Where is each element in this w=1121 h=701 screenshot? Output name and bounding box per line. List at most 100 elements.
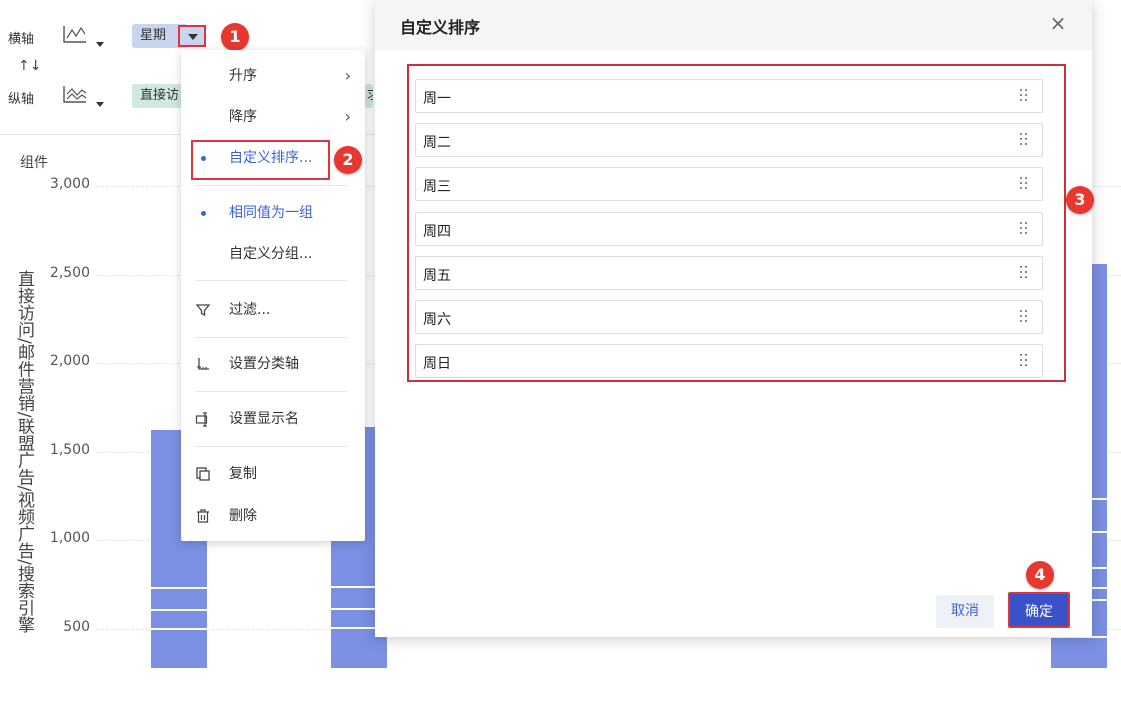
grip-dot bbox=[1025, 270, 1027, 273]
drag-handle-icon[interactable] bbox=[1020, 133, 1030, 147]
menu-item-delete[interactable]: 删除 bbox=[181, 500, 365, 532]
sort-item-label: 周日 bbox=[423, 356, 451, 373]
sort-list-item[interactable]: 周一 bbox=[415, 79, 1043, 113]
grip-dot bbox=[1020, 99, 1022, 101]
step-badge-3: 3 bbox=[1066, 186, 1094, 214]
bar-segment-divider bbox=[151, 608, 207, 611]
sort-list-item[interactable]: 周日 bbox=[415, 344, 1043, 379]
grip-dot bbox=[1025, 315, 1027, 317]
grip-dot bbox=[1025, 231, 1027, 234]
field-context-menu: 升序 › 降序 › 自定义排序... 相同值为一组 自定义分组... 过滤...… bbox=[181, 50, 365, 541]
grip-dot bbox=[1025, 99, 1027, 101]
sort-item-label: 周五 bbox=[423, 267, 451, 284]
step-badge-2: 2 bbox=[334, 146, 362, 174]
grip-dot bbox=[1020, 354, 1022, 357]
drag-handle-icon[interactable] bbox=[1020, 265, 1030, 280]
grip-dot bbox=[1020, 182, 1022, 185]
menu-divider bbox=[195, 280, 347, 281]
drag-handle-icon[interactable] bbox=[1020, 89, 1030, 103]
y-tick-label: 3,000 bbox=[49, 176, 90, 192]
menu-item-label: 过滤... bbox=[229, 302, 271, 318]
grip-dot bbox=[1020, 177, 1022, 180]
grip-dot bbox=[1020, 320, 1022, 322]
grip-dot bbox=[1020, 231, 1022, 234]
grip-dot bbox=[1020, 310, 1022, 312]
menu-item-label: 复制 bbox=[229, 466, 257, 482]
grip-dot bbox=[1025, 221, 1027, 224]
custom-sort-highlight bbox=[191, 140, 330, 180]
drag-handle-icon[interactable] bbox=[1020, 310, 1030, 324]
grip-dot bbox=[1020, 359, 1022, 362]
grip-dot bbox=[1020, 133, 1022, 136]
grip-dot bbox=[1025, 182, 1027, 185]
sort-list-item[interactable]: 周六 bbox=[415, 300, 1043, 334]
y-tick-label: 1,000 bbox=[49, 530, 90, 546]
grip-dot bbox=[1020, 226, 1022, 229]
sort-list-item[interactable]: 周四 bbox=[415, 211, 1043, 246]
menu-item-descending[interactable]: 降序 › bbox=[181, 101, 365, 133]
menu-item-custom-group[interactable]: 自定义分组... bbox=[181, 238, 365, 270]
drag-handle-icon[interactable] bbox=[1020, 354, 1030, 368]
sort-list-item[interactable]: 周五 bbox=[415, 255, 1043, 290]
grip-dot bbox=[1025, 89, 1027, 91]
grip-dot bbox=[1025, 359, 1027, 362]
confirm-button[interactable]: 确定 bbox=[1008, 592, 1070, 628]
grip-dot bbox=[1020, 364, 1022, 367]
menu-item-label: 升序 bbox=[229, 68, 257, 84]
grip-dot bbox=[1025, 143, 1027, 146]
grip-dot bbox=[1025, 320, 1027, 322]
grip-dot bbox=[1025, 133, 1027, 136]
menu-divider bbox=[195, 185, 347, 186]
menu-item-label: 自定义分组... bbox=[229, 246, 313, 262]
sort-list-item[interactable]: 周二 bbox=[415, 123, 1043, 158]
menu-item-filter[interactable]: 过滤... bbox=[181, 294, 365, 326]
grip-dot bbox=[1025, 275, 1027, 278]
menu-item-set-display-name[interactable]: 设置显示名 bbox=[181, 403, 365, 435]
grip-dot bbox=[1020, 94, 1022, 96]
grip-dot bbox=[1020, 138, 1022, 141]
menu-divider bbox=[195, 337, 347, 338]
menu-divider bbox=[195, 391, 347, 392]
selected-dot-icon bbox=[201, 211, 206, 216]
dialog-header: 自定义排序 × bbox=[375, 0, 1092, 50]
menu-item-label: 降序 bbox=[229, 109, 257, 125]
menu-divider bbox=[195, 446, 347, 447]
cancel-button[interactable]: 取消 bbox=[936, 595, 994, 628]
sort-item-label: 周三 bbox=[423, 179, 451, 196]
bar-segment-divider bbox=[151, 587, 207, 590]
copy-icon bbox=[196, 467, 210, 481]
y-tick-label: 1,500 bbox=[49, 441, 90, 458]
dialog-title: 自定义排序 bbox=[400, 18, 481, 37]
menu-item-label: 相同值为一组 bbox=[229, 205, 313, 221]
menu-item-ascending[interactable]: 升序 › bbox=[181, 60, 365, 92]
grip-dot bbox=[1020, 187, 1022, 190]
custom-sort-dialog: 自定义排序 × 周一周二周三周四周五周六周日 取消 确定 bbox=[375, 0, 1092, 637]
trash-icon bbox=[197, 509, 209, 523]
chevron-right-icon: › bbox=[344, 107, 351, 126]
menu-item-copy[interactable]: 复制 bbox=[181, 458, 365, 490]
sort-item-label: 周六 bbox=[423, 312, 451, 328]
grip-dot bbox=[1020, 89, 1022, 91]
bar-segment-divider bbox=[511, 687, 567, 690]
drag-handle-icon[interactable] bbox=[1020, 177, 1030, 191]
grip-dot bbox=[1020, 221, 1022, 224]
grip-dot bbox=[1020, 265, 1022, 268]
menu-item-set-category-axis[interactable]: 设置分类轴 bbox=[181, 348, 365, 380]
rename-icon bbox=[195, 412, 208, 427]
filter-icon bbox=[195, 304, 211, 317]
grip-dot bbox=[1025, 310, 1027, 312]
bar-segment-divider bbox=[871, 687, 927, 690]
sort-item-label: 周二 bbox=[423, 135, 451, 152]
sort-list-item[interactable]: 周三 bbox=[415, 167, 1043, 202]
grip-dot bbox=[1025, 187, 1027, 190]
grip-dot bbox=[1025, 354, 1027, 357]
drag-handle-icon[interactable] bbox=[1020, 221, 1030, 236]
menu-item-label: 删除 bbox=[229, 508, 257, 524]
menu-item-group-same-values[interactable]: 相同值为一组 bbox=[181, 197, 365, 229]
close-icon[interactable]: × bbox=[1047, 12, 1069, 34]
grip-dot bbox=[1025, 364, 1027, 367]
grip-dot bbox=[1025, 226, 1027, 229]
menu-item-label: 设置显示名 bbox=[229, 411, 299, 427]
bar-segment-divider bbox=[151, 627, 207, 630]
y-tick-label: 500 bbox=[63, 618, 90, 635]
